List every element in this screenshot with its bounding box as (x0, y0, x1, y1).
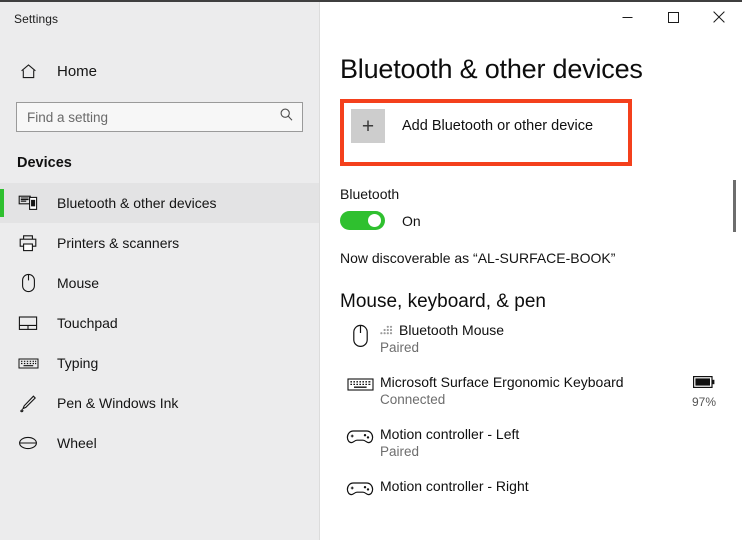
sidebar-item-label: Bluetooth & other devices (57, 195, 217, 211)
touchpad-icon (17, 312, 39, 334)
sidebar-item-bluetooth-other-devices[interactable]: Bluetooth & other devices (0, 183, 319, 223)
title-bar (320, 2, 742, 40)
sidebar-item-label: Wheel (57, 435, 97, 451)
sidebar-home-label: Home (57, 62, 98, 80)
device-name-row: Bluetooth Mouse (380, 322, 504, 338)
close-button[interactable] (696, 2, 742, 32)
device-list-item[interactable]: Motion controller - Right (340, 477, 742, 529)
device-text: Bluetooth Mouse Paired (380, 321, 504, 355)
pen-icon (17, 392, 39, 414)
keyboard-icon (17, 352, 39, 374)
add-device-label: Add Bluetooth or other device (402, 118, 594, 134)
app-title: Settings (14, 12, 59, 26)
sidebar-item-wheel[interactable]: Wheel (0, 423, 319, 463)
toggle-knob (368, 214, 381, 227)
plus-icon: + (351, 109, 385, 143)
bluetooth-signal-icon (380, 325, 393, 335)
minimize-button[interactable] (604, 2, 650, 32)
battery-indicator: 97% (692, 375, 716, 409)
battery-icon (692, 375, 715, 393)
home-icon (17, 60, 39, 82)
device-name: Motion controller - Left (380, 426, 520, 442)
device-status: Paired (380, 444, 420, 459)
bluetooth-toggle[interactable] (340, 211, 385, 230)
sidebar-item-home[interactable]: Home (0, 54, 319, 88)
sidebar-item-touchpad[interactable]: Touchpad (0, 303, 319, 343)
device-text: Motion controller - Left Paired (380, 425, 519, 459)
bluetooth-devices-icon (17, 192, 39, 214)
main-content: Bluetooth & other devices + Add Bluetoot… (320, 54, 742, 529)
device-name: Bluetooth Mouse (399, 322, 505, 338)
sidebar-item-label: Typing (57, 355, 99, 371)
gamepad-icon (340, 477, 380, 498)
device-text: Microsoft Surface Ergonomic Keyboard Con… (380, 373, 624, 407)
maximize-button[interactable] (650, 2, 696, 32)
printer-icon (17, 232, 39, 254)
device-name: Motion controller - Right (380, 478, 529, 494)
sidebar-item-label: Pen & Windows Ink (57, 395, 179, 411)
sidebar-item-label: Mouse (57, 275, 100, 291)
add-device-highlight: + Add Bluetooth or other device (340, 99, 632, 166)
device-list: Bluetooth Mouse Paired Microsoft Surface… (340, 321, 742, 529)
mouse-icon (17, 272, 39, 294)
sidebar-item-printers-scanners[interactable]: Printers & scanners (0, 223, 319, 263)
gamepad-icon (340, 425, 380, 446)
sidebar-item-mouse[interactable]: Mouse (0, 263, 319, 303)
page-title: Bluetooth & other devices (340, 54, 643, 84)
bluetooth-toggle-row: On (340, 211, 742, 230)
battery-percent: 97% (691, 395, 716, 409)
main-panel: Bluetooth & other devices + Add Bluetoot… (320, 2, 742, 540)
sidebar-item-typing[interactable]: Typing (0, 343, 319, 383)
sidebar-item-label: Touchpad (57, 315, 118, 331)
selected-accent-bar (0, 189, 4, 217)
scrollbar-thumb[interactable] (733, 180, 736, 232)
device-list-item[interactable]: Bluetooth Mouse Paired (340, 321, 742, 373)
sidebar-nav-list: Bluetooth & other devices Printers & sca… (0, 183, 319, 463)
search-input[interactable] (27, 109, 279, 125)
sidebar-item-label: Printers & scanners (57, 235, 180, 251)
settings-window: Settings Home Devices (0, 0, 742, 540)
wheel-icon (17, 432, 39, 454)
bluetooth-heading: Bluetooth (340, 186, 400, 202)
bluetooth-toggle-state: On (402, 212, 421, 229)
scrollbar-track[interactable] (733, 40, 739, 540)
device-list-item[interactable]: Microsoft Surface Ergonomic Keyboard Con… (340, 373, 742, 425)
sidebar-section-title: Devices (17, 155, 72, 171)
keyboard-icon (340, 373, 380, 393)
sidebar: Settings Home Devices (0, 2, 320, 540)
search-box[interactable] (16, 102, 303, 132)
sidebar-item-pen-windows-ink[interactable]: Pen & Windows Ink (0, 383, 319, 423)
add-device-button[interactable]: + Add Bluetooth or other device (344, 103, 593, 143)
mouse-icon (340, 321, 380, 348)
device-name: Microsoft Surface Ergonomic Keyboard (380, 374, 624, 390)
devices-group-title: Mouse, keyboard, & pen (340, 291, 546, 312)
device-list-item[interactable]: Motion controller - Left Paired (340, 425, 742, 477)
search-icon[interactable] (279, 107, 294, 127)
device-status: Connected (380, 392, 446, 407)
discoverable-text: Now discoverable as “AL-SURFACE-BOOK” (340, 250, 616, 266)
device-status: Paired (380, 340, 420, 355)
device-text: Motion controller - Right (380, 477, 529, 496)
